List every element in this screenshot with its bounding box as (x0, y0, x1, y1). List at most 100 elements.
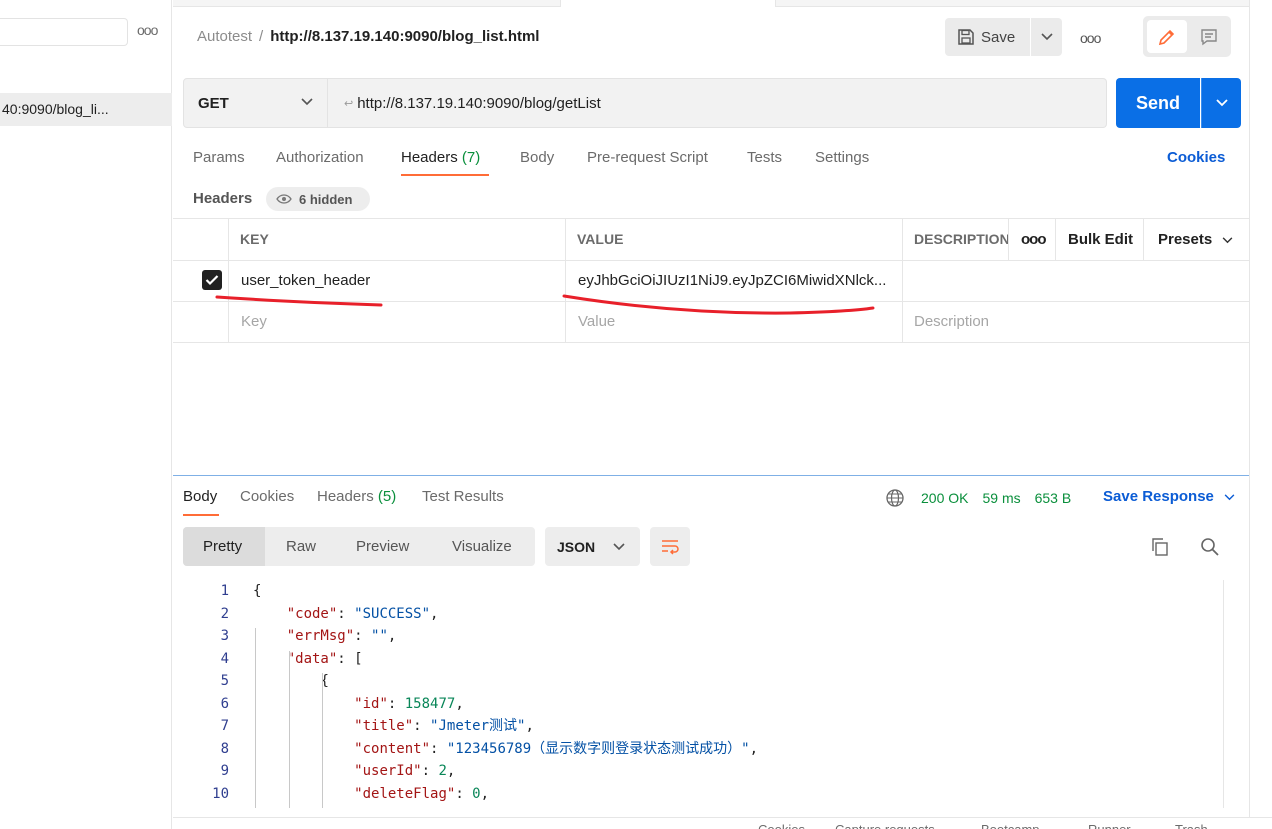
column-divider (1143, 218, 1144, 260)
send-button[interactable]: Send (1116, 78, 1200, 128)
tab-pre-request-script[interactable]: Pre-request Script (587, 149, 708, 166)
code-token: : (354, 628, 372, 644)
tab-active-request[interactable] (560, 0, 776, 7)
response-stats: 200 OK 59 ms 653 B (885, 488, 1085, 508)
column-header-key: KEY (240, 231, 269, 247)
status-footer: Cookies Capture requests Bootcamp Runner Tra… (173, 817, 1272, 829)
editor-scrollbar[interactable] (1223, 580, 1241, 808)
code-token: "id" (354, 695, 388, 712)
header-enabled-checkbox[interactable] (202, 270, 222, 290)
header-key-cell[interactable]: user_token_header (241, 272, 561, 289)
new-description-input[interactable]: Description (914, 313, 989, 330)
code-token: "data" (286, 650, 338, 667)
save-response-button[interactable]: Save Response (1103, 488, 1235, 505)
response-body-editor[interactable]: 1 {2 "code": "SUCCESS", 3 "errMsg": "", 4 "dat… (183, 580, 1223, 809)
code-token: "userId" (354, 763, 422, 779)
chevron-down-icon (1040, 33, 1053, 41)
send-options-button[interactable] (1201, 78, 1241, 128)
table-more-icon[interactable]: ooo (1021, 231, 1046, 248)
table-divider (173, 342, 1249, 343)
tab-params[interactable]: Params (193, 149, 245, 166)
new-key-input[interactable]: Key (241, 313, 267, 330)
cookies-link[interactable]: Cookies (1167, 149, 1225, 166)
new-value-input[interactable]: Value (578, 313, 615, 330)
request-name[interactable]: http://8.137.19.140:9090/blog_list.html (270, 28, 539, 45)
header-value-cell[interactable]: eyJhbGciOiJIUzI1NiJ9.eyJpZCI6MiwidXNlck.… (578, 272, 900, 289)
tab-headers-label: Headers (401, 149, 458, 166)
format-select[interactable]: JSON (545, 527, 640, 566)
tab-headers[interactable]: Headers (7) (401, 149, 480, 166)
footer-item[interactable]: Trash (1175, 822, 1208, 829)
response-tab-test-results[interactable]: Test Results (422, 488, 504, 505)
response-divider[interactable] (173, 475, 1249, 476)
save-options-button[interactable] (1031, 18, 1062, 56)
pencil-icon (1158, 29, 1175, 45)
line-number: 1 (220, 583, 229, 599)
breadcrumb-collection[interactable]: Autotest (197, 28, 252, 45)
line-number: 3 (220, 628, 229, 644)
line-number: 10 (212, 785, 229, 802)
response-time[interactable]: 59 ms (982, 490, 1020, 506)
code-token: "code" (286, 605, 338, 622)
code-token: 158477 (404, 695, 456, 712)
checkmark-icon (205, 275, 219, 286)
column-divider (1055, 218, 1056, 260)
code-token: "123456789（显示数字则登录状态测试成功）" (446, 740, 750, 757)
code-token: : (421, 763, 439, 779)
view-preview-button[interactable]: Preview (356, 538, 409, 555)
footer-item[interactable]: Bootcamp (981, 822, 1040, 829)
code-text: "deleteFlag": 0, (354, 783, 489, 805)
chevron-down-icon (1223, 237, 1233, 244)
view-mode-group: Pretty Raw Preview Visualize (183, 527, 535, 566)
column-divider (228, 218, 229, 343)
chevron-down-icon (613, 543, 625, 551)
response-size[interactable]: 653 B (1035, 490, 1072, 506)
format-label: JSON (557, 538, 596, 555)
code-token: "Jmeter测试" (430, 718, 526, 734)
globe-icon[interactable] (885, 488, 905, 508)
presets-dropdown[interactable]: Presets (1158, 231, 1233, 248)
line-number: 5 (220, 673, 229, 689)
code-text: { (253, 580, 261, 602)
response-tab-cookies[interactable]: Cookies (240, 488, 294, 505)
column-header-value: VALUE (577, 231, 624, 247)
tab-authorization[interactable]: Authorization (276, 149, 364, 166)
view-raw-button[interactable]: Raw (286, 538, 316, 555)
tab-settings[interactable]: Settings (815, 149, 869, 166)
code-token: "" (371, 628, 388, 644)
sidebar-more-icon[interactable]: ooo (137, 22, 158, 38)
code-token: "title" (354, 718, 414, 734)
code-token: : (387, 695, 405, 712)
tab-tests[interactable]: Tests (747, 149, 782, 166)
copy-icon[interactable] (1150, 537, 1170, 557)
bulk-edit-button[interactable]: Bulk Edit (1068, 231, 1133, 248)
documentation-mode-button[interactable] (1189, 20, 1229, 53)
sidebar-search-input[interactable] (0, 18, 128, 46)
line-number: 9 (220, 763, 229, 779)
view-pretty-label[interactable]: Pretty (203, 538, 242, 555)
response-tab-headers[interactable]: Headers (5) (317, 488, 396, 505)
sidebar-item-request[interactable]: 40:9090/blog_li... (0, 93, 172, 126)
search-icon[interactable] (1200, 537, 1220, 557)
response-tab-headers-count: (5) (377, 488, 397, 505)
footer-item[interactable]: Cookies (758, 822, 805, 829)
hidden-headers-toggle[interactable]: 6 hidden (266, 187, 370, 211)
footer-item[interactable]: Runner (1088, 822, 1131, 829)
more-options-icon[interactable]: ooo (1080, 30, 1101, 46)
save-button[interactable]: Save (945, 18, 1030, 56)
url-input[interactable]: ↩ http://8.137.19.140:9090/blog/getList (328, 78, 1107, 128)
response-tab-body[interactable]: Body (183, 488, 217, 505)
code-token: "SUCCESS" (354, 605, 431, 622)
code-text: "errMsg": "", (287, 625, 397, 647)
edit-mode-button[interactable] (1147, 20, 1187, 53)
status-code[interactable]: 200 OK (921, 490, 968, 506)
headers-table: KEY VALUE DESCRIPTION ooo Bulk Edit Pres… (173, 218, 1249, 343)
code-token: : (455, 785, 473, 802)
column-header-description: DESCRIPTION (914, 231, 1008, 247)
method-select[interactable]: GET (183, 78, 328, 128)
code-token: , (480, 785, 490, 802)
footer-item[interactable]: Capture requests (835, 822, 935, 829)
wrap-lines-button[interactable] (650, 527, 690, 566)
view-visualize-button[interactable]: Visualize (452, 538, 512, 555)
tab-body[interactable]: Body (520, 149, 554, 166)
